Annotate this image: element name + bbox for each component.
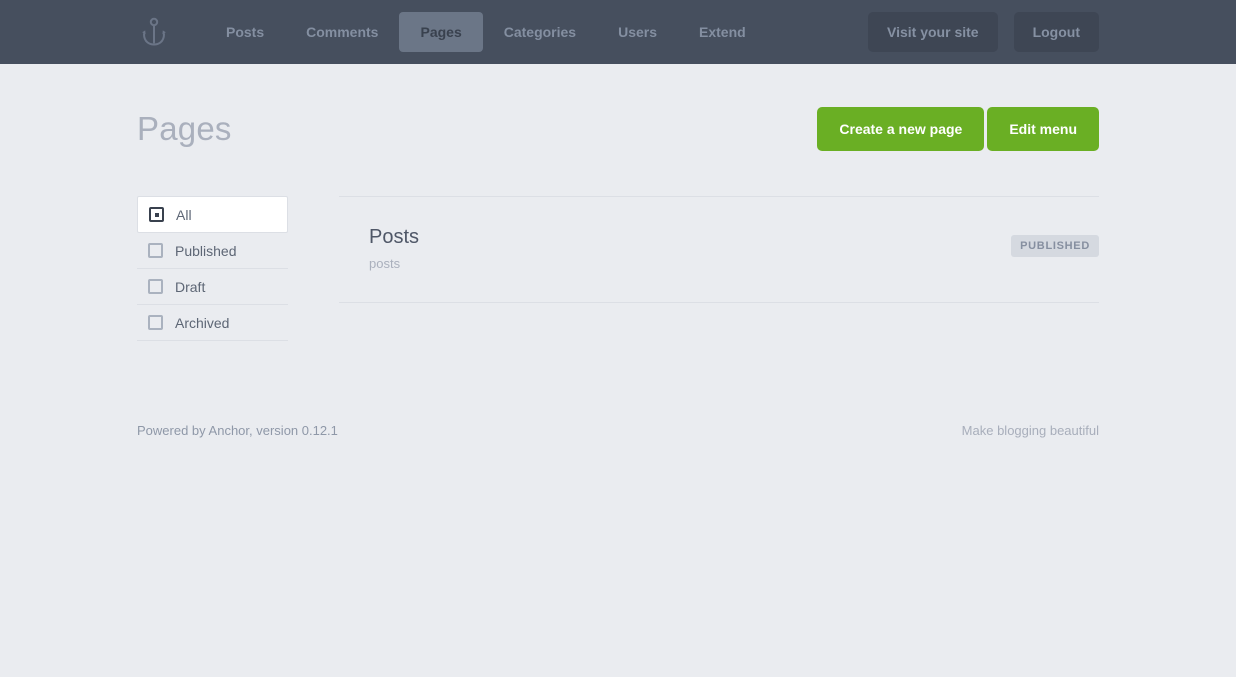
list-item[interactable]: Posts posts PUBLISHED [339, 197, 1099, 303]
pages-list: Posts posts PUBLISHED [339, 196, 1099, 303]
checkbox-draft-icon[interactable] [148, 279, 163, 294]
pages-content: Posts posts PUBLISHED [339, 196, 1099, 303]
nav-item-users[interactable]: Users [597, 12, 678, 52]
page-footer: Powered by Anchor, version 0.12.1 Make b… [137, 422, 1099, 439]
filter-item-archived[interactable]: Archived [137, 305, 288, 341]
filter-label-published: Published [175, 242, 237, 259]
nav-item-categories[interactable]: Categories [483, 12, 597, 52]
page-header-actions: Create a new page Edit menu [817, 107, 1099, 151]
edit-menu-button[interactable]: Edit menu [987, 107, 1099, 151]
footer-version-text: Powered by Anchor, version 0.12.1 [137, 423, 338, 438]
page-wrapper: Pages Create a new page Edit menu All Pu… [137, 64, 1099, 439]
checkbox-archived-icon[interactable] [148, 315, 163, 330]
main-nav: Posts Comments Pages Categories Users Ex… [205, 12, 767, 52]
status-badge: PUBLISHED [1011, 235, 1099, 257]
filter-label-all: All [176, 206, 192, 223]
checkbox-published-icon[interactable] [148, 243, 163, 258]
nav-item-extend[interactable]: Extend [678, 12, 767, 52]
topbar-actions: Visit your site Logout [868, 12, 1099, 52]
page-item-slug: posts [369, 256, 401, 271]
page-title: Pages [137, 110, 232, 147]
top-navigation-bar: Posts Comments Pages Categories Users Ex… [0, 0, 1236, 64]
nav-item-comments[interactable]: Comments [285, 12, 399, 52]
page-item-info: Posts posts [369, 223, 419, 272]
filter-item-published[interactable]: Published [137, 233, 288, 269]
visit-site-button[interactable]: Visit your site [868, 12, 998, 52]
status-filter-list: All Published Draft Archived [137, 196, 288, 341]
create-new-page-button[interactable]: Create a new page [817, 107, 985, 151]
content-columns: All Published Draft Archived Posts posts… [137, 196, 1099, 341]
nav-item-pages[interactable]: Pages [399, 12, 483, 52]
filter-label-archived: Archived [175, 314, 230, 331]
page-header: Pages Create a new page Edit menu [137, 101, 1099, 157]
filter-item-draft[interactable]: Draft [137, 269, 288, 305]
page-item-title[interactable]: Posts [369, 225, 419, 249]
footer-tagline: Make blogging beautiful [961, 423, 1099, 438]
filter-item-all[interactable]: All [137, 196, 288, 233]
anchor-logo-icon[interactable] [137, 15, 171, 49]
nav-item-posts[interactable]: Posts [205, 12, 285, 52]
logout-button[interactable]: Logout [1013, 12, 1099, 52]
filter-label-draft: Draft [175, 278, 206, 295]
checkbox-all-icon[interactable] [149, 207, 164, 222]
